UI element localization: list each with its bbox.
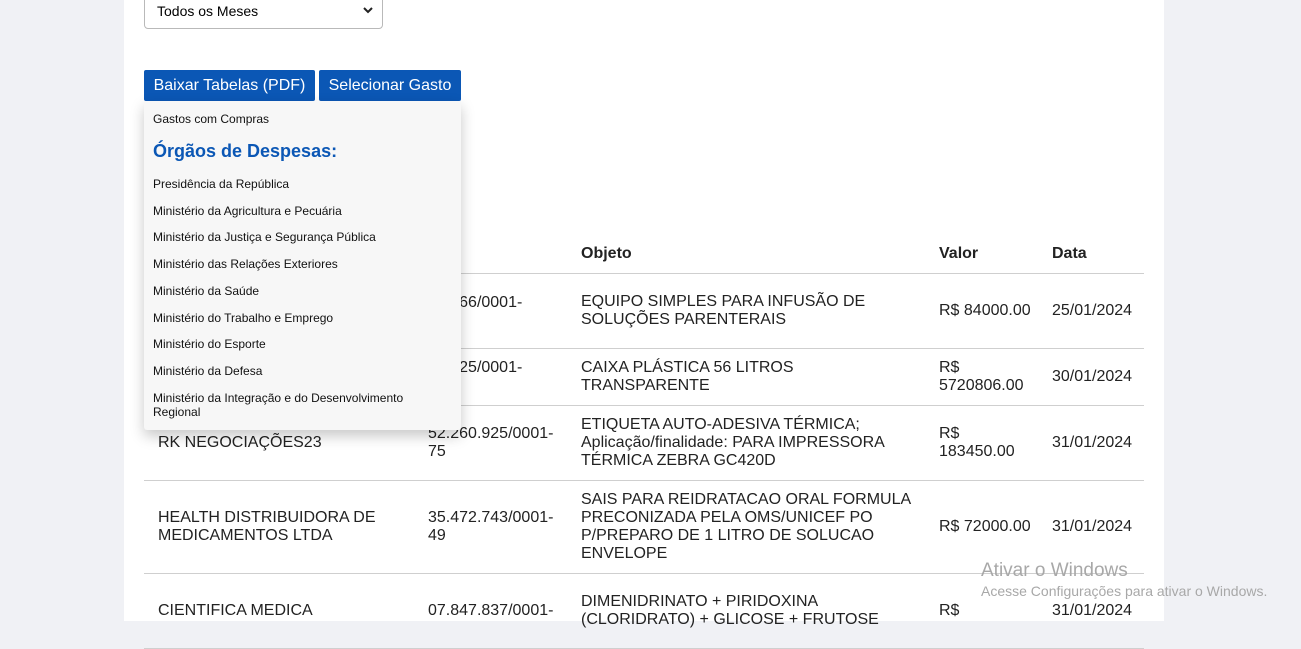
cell-cnpj: 07.847.837/0001-	[414, 573, 567, 649]
menu-item-trabalho[interactable]: Ministério do Trabalho e Emprego	[153, 311, 443, 325]
menu-item-gastos-compras[interactable]: Gastos com Compras	[153, 112, 443, 126]
menu-item-esporte[interactable]: Ministério do Esporte	[153, 337, 443, 351]
cell-empresa: HEALTH DISTRIBUIDORA DE MEDICAMENTOS LTD…	[144, 480, 414, 574]
cell-objeto: EQUIPO SIMPLES PARA INFUSÃO DE SOLUÇÕES …	[567, 273, 925, 349]
cell-data: 30/01/2024	[1038, 348, 1144, 406]
header-valor: Valor	[925, 234, 1038, 274]
watermark-title: Ativar o Windows	[981, 560, 1128, 581]
menu-item-agricultura[interactable]: Ministério da Agricultura e Pecuária	[153, 204, 443, 218]
cell-objeto: CAIXA PLÁSTICA 56 LITROS TRANSPARENTE	[567, 348, 925, 406]
download-pdf-button[interactable]: Baixar Tabelas (PDF)	[144, 70, 315, 101]
month-select[interactable]: Todos os Meses	[144, 0, 383, 29]
cell-objeto: DIMENIDRINATO + PIRIDOXINA (CLORIDRATO) …	[567, 573, 925, 649]
cell-objeto: ETIQUETA AUTO-ADESIVA TÉRMICA; Aplicação…	[567, 405, 925, 481]
menu-item-justica[interactable]: Ministério da Justiça e Segurança Públic…	[153, 230, 443, 244]
watermark-subtitle: Acesse Configurações para ativar o Windo…	[981, 583, 1268, 599]
menu-item-relacoes-exteriores[interactable]: Ministério das Relações Exteriores	[153, 257, 443, 271]
select-expense-button[interactable]: Selecionar Gasto	[319, 70, 461, 101]
menu-item-integracao[interactable]: Ministério da Integração e do Desenvolvi…	[153, 391, 423, 419]
cell-valor: R$ 5720806.00	[925, 348, 1038, 406]
cell-empresa: CIENTIFICA MEDICA	[144, 573, 414, 649]
cell-cnpj: 35.472.743/0001-49	[414, 480, 567, 574]
expense-dropdown-menu: Gastos com Compras Órgãos de Despesas: P…	[144, 101, 461, 430]
cell-valor: R$ 84000.00	[925, 273, 1038, 349]
cell-data: 31/01/2024	[1038, 405, 1144, 481]
cell-objeto: SAIS PARA REIDRATACAO ORAL FORMULA PRECO…	[567, 480, 925, 574]
menu-section-title: Órgãos de Despesas:	[153, 141, 338, 161]
header-objeto: Objeto	[567, 234, 925, 274]
menu-item-presidencia[interactable]: Presidência da República	[153, 177, 443, 191]
cell-valor: R$ 183450.00	[925, 405, 1038, 481]
windows-activation-watermark: Ativar o Windows Acesse Configurações pa…	[981, 560, 1267, 600]
month-select-value: Todos os Meses	[157, 2, 259, 19]
header-data: Data	[1038, 234, 1144, 274]
cell-data: 25/01/2024	[1038, 273, 1144, 349]
menu-item-saude[interactable]: Ministério da Saúde	[153, 284, 443, 298]
chevron-down-icon	[363, 7, 373, 14]
menu-item-defesa[interactable]: Ministério da Defesa	[153, 364, 443, 378]
